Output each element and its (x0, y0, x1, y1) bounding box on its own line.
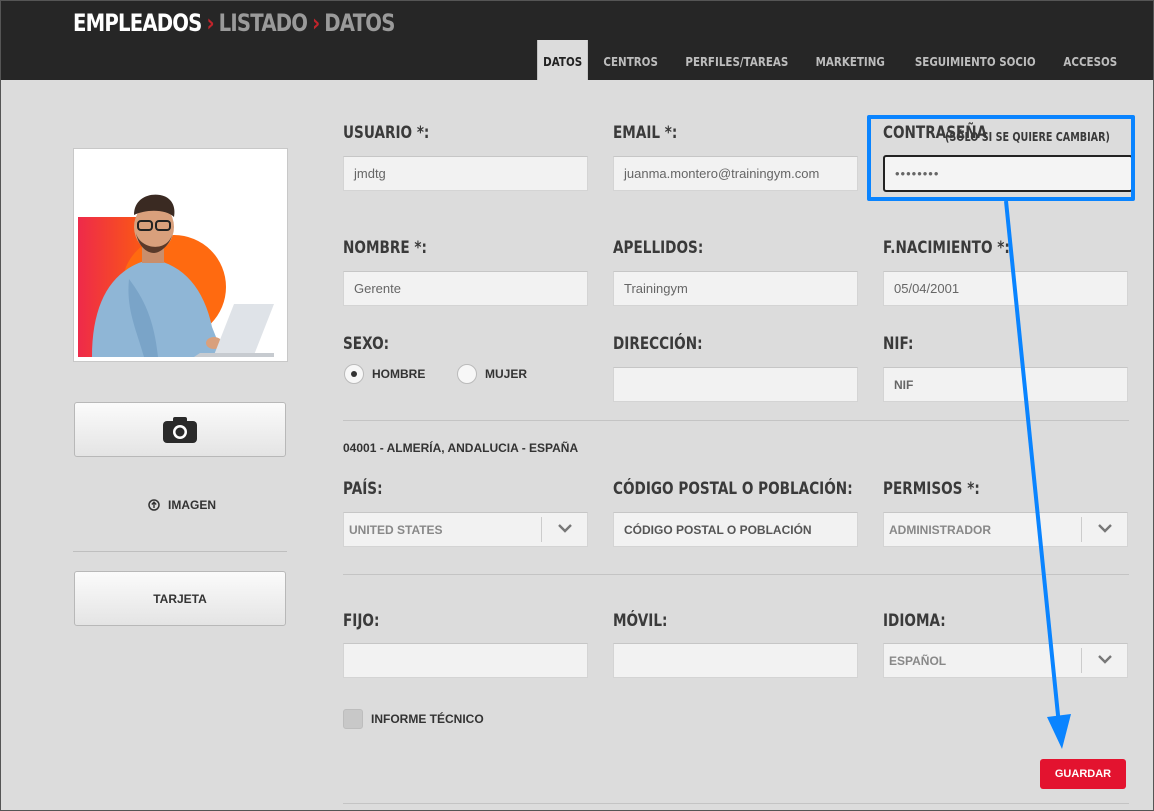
section-divider (343, 574, 1129, 575)
permisos-label: PERMISOS *: (883, 479, 980, 499)
usuario-input[interactable]: jmdtg (343, 156, 588, 191)
cp-label: CÓDIGO POSTAL O POBLACIÓN: (613, 479, 853, 499)
employee-photo (73, 148, 288, 362)
breadcrumb-empleados[interactable]: EMPLEADOS (73, 9, 202, 37)
movil-input[interactable] (613, 643, 858, 678)
nombre-input[interactable]: Gerente (343, 271, 588, 306)
radio-hombre-label: HOMBRE (372, 367, 426, 381)
app-frame: EMPLEADOS › LISTADO › DATOS DATOS CENTROS PE… (0, 0, 1154, 811)
informe-tecnico-label: INFORME TÉCNICO (371, 712, 484, 726)
idioma-label: IDIOMA: (883, 611, 946, 631)
apellidos-label: APELLIDOS: (613, 238, 704, 258)
tab-accesos[interactable]: ACCESOS (1058, 40, 1124, 80)
sidebar-divider (73, 551, 287, 552)
breadcrumb-datos: DATOS (324, 9, 395, 37)
card-button[interactable]: TARJETA (74, 571, 286, 626)
permisos-select-value: ADMINISTRADOR (889, 522, 991, 537)
fijo-input[interactable] (343, 643, 588, 678)
email-label: EMAIL *: (613, 123, 678, 143)
employee-avatar-image (78, 194, 274, 357)
sexo-label: SEXO: (343, 334, 390, 354)
tab-perfiles-tareas[interactable]: PERFILES/TAREAS (679, 40, 794, 80)
movil-label: MÓVIL: (613, 611, 668, 631)
upload-image-link[interactable]: IMAGEN (148, 498, 216, 512)
tab-marketing[interactable]: MARKETING (810, 40, 891, 80)
tab-seguimiento-socio[interactable]: SEGUIMIENTO SOCIO (909, 40, 1042, 80)
email-input[interactable]: juanma.montero@trainingym.com (613, 156, 858, 191)
camera-icon (163, 416, 197, 443)
idioma-select-value: ESPAÑOL (889, 653, 947, 668)
upload-arrow-icon (148, 499, 160, 511)
bottom-divider (343, 803, 1129, 804)
chevron-down-icon (558, 524, 572, 533)
radio-mujer-dot[interactable] (457, 364, 477, 384)
section-divider (343, 420, 1129, 421)
pais-select[interactable]: UNITED STATES (343, 512, 588, 547)
breadcrumb: EMPLEADOS › LISTADO › DATOS (73, 9, 395, 37)
informe-tecnico-checkbox[interactable]: INFORME TÉCNICO (343, 709, 484, 729)
pais-select-value: UNITED STATES (349, 522, 443, 537)
cp-input[interactable]: CÓDIGO POSTAL O POBLACIÓN (613, 512, 858, 547)
save-button[interactable]: GUARDAR (1040, 759, 1126, 789)
apellidos-input[interactable]: Trainingym (613, 271, 858, 306)
informe-tecnico-box[interactable] (343, 709, 363, 729)
idioma-select[interactable]: ESPAÑOL (883, 643, 1128, 678)
tab-centros[interactable]: CENTROS (598, 40, 665, 80)
annotation-highlight-box (867, 115, 1135, 201)
nif-input[interactable]: NIF (883, 367, 1128, 402)
radio-hombre-dot[interactable] (344, 364, 364, 384)
radio-hombre[interactable]: HOMBRE (344, 364, 425, 384)
address-summary: 04001 - ALMERÍA, ANDALUCIA - ESPAÑA (343, 441, 579, 455)
fijo-label: FIJO: (343, 611, 380, 631)
nif-label: NIF: (883, 334, 914, 354)
chevron-down-icon (1098, 524, 1112, 533)
radio-mujer-label: MUJER (485, 367, 528, 381)
direccion-label: DIRECCIÓN: (613, 334, 703, 354)
tab-bar: DATOS CENTROS PERFILES/TAREAS MARKETING … (533, 40, 1129, 80)
permisos-select[interactable]: ADMINISTRADOR (883, 512, 1128, 547)
usuario-label: USUARIO *: (343, 123, 430, 143)
breadcrumb-chevron-icon: › (312, 9, 320, 37)
camera-button[interactable] (74, 402, 286, 457)
breadcrumb-chevron-icon: › (206, 9, 214, 37)
image-label: IMAGEN (168, 498, 216, 512)
nacimiento-input[interactable]: 05/04/2001 (883, 271, 1128, 306)
breadcrumb-listado[interactable]: LISTADO (219, 9, 308, 37)
chevron-down-icon (1098, 655, 1112, 664)
nombre-label: NOMBRE *: (343, 238, 427, 258)
pais-label: PAÍS: (343, 479, 383, 499)
tab-datos[interactable]: DATOS (537, 40, 589, 80)
nacimiento-label: F.NACIMIENTO *: (883, 238, 1010, 258)
radio-mujer[interactable]: MUJER (457, 364, 527, 384)
top-bar: EMPLEADOS › LISTADO › DATOS DATOS CENTROS PE… (1, 1, 1153, 80)
direccion-input[interactable] (613, 367, 858, 402)
